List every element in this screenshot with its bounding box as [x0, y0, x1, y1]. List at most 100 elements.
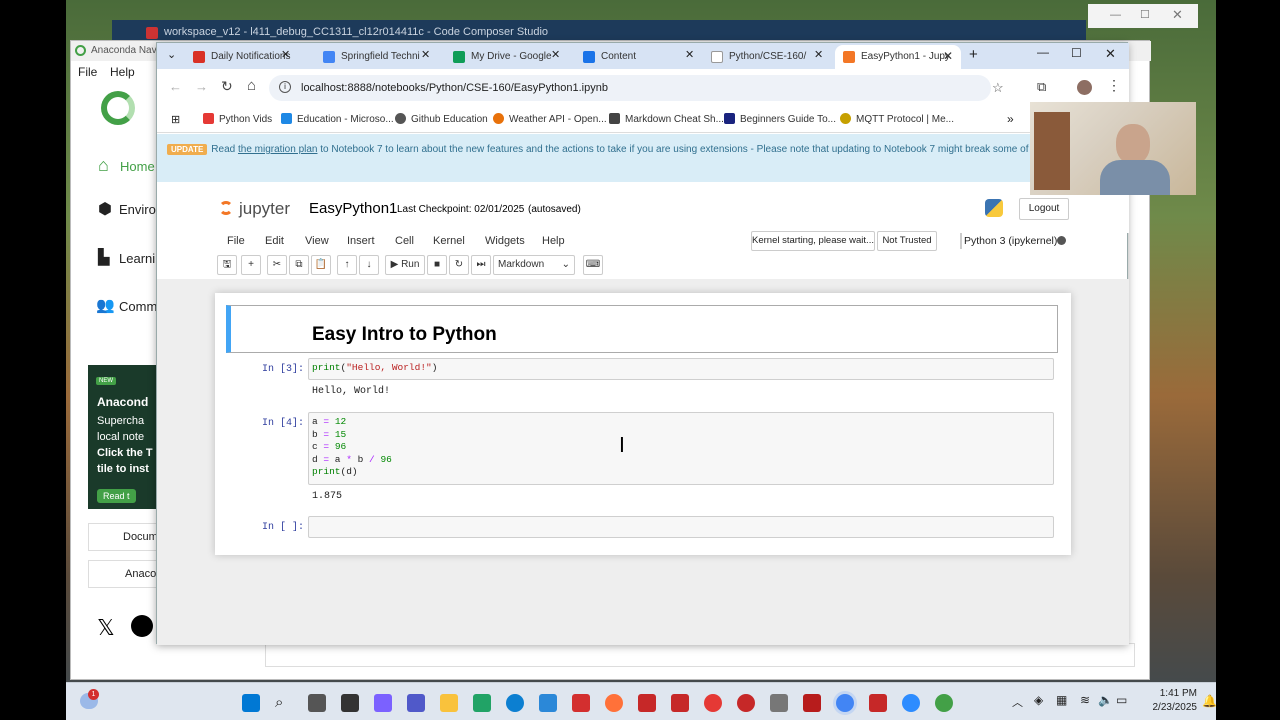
bookmark-beginners-guide[interactable]: Beginners Guide To...: [724, 113, 836, 125]
battery-icon[interactable]: ▭: [1116, 693, 1127, 707]
close-tab-icon[interactable]: ✕: [685, 48, 694, 61]
close-tab-icon[interactable]: ✕: [814, 48, 823, 61]
bookmark-education[interactable]: Education - Microso...: [281, 113, 394, 125]
cell-type-select[interactable]: Markdown ⌄: [493, 255, 575, 275]
zoom-icon[interactable]: [902, 694, 920, 712]
tab-search-icon[interactable]: ⌄: [167, 48, 176, 61]
app-icon[interactable]: [737, 694, 755, 712]
home-icon[interactable]: ⌂: [247, 77, 256, 94]
move-up-button[interactable]: ↑: [337, 255, 357, 275]
bookmark-weather-api[interactable]: Weather API - Open...: [493, 113, 607, 125]
chrome-profile-icon[interactable]: [704, 694, 722, 712]
jupyter-logo-text[interactable]: jupyter: [239, 199, 290, 219]
close-icon[interactable]: ✕: [1172, 7, 1183, 23]
widgets-icon[interactable]: [341, 694, 359, 712]
search-icon[interactable]: ⌕: [275, 694, 293, 712]
chrome-icon[interactable]: [836, 694, 854, 712]
promo-tile[interactable]: NEW Anacond Supercha local note Click th…: [88, 365, 158, 509]
menu-edit[interactable]: Edit: [265, 235, 284, 247]
anaconda-icon[interactable]: [935, 694, 953, 712]
apps-grid-icon[interactable]: ⊞: [171, 113, 180, 126]
cut-button[interactable]: ✂: [267, 255, 287, 275]
tray-app-icon[interactable]: ▦: [1056, 693, 1067, 707]
minimize-icon[interactable]: —: [1110, 9, 1121, 21]
bookmark-markdown[interactable]: Markdown Cheat Sh...: [609, 113, 724, 125]
firefox-icon[interactable]: [605, 694, 623, 712]
chevron-up-icon[interactable]: ︿: [1012, 694, 1023, 710]
menu-cell[interactable]: Cell: [395, 235, 414, 247]
move-down-button[interactable]: ↓: [359, 255, 379, 275]
interrupt-button[interactable]: ■: [427, 255, 447, 275]
menu-insert[interactable]: Insert: [347, 235, 375, 247]
close-tab-icon[interactable]: ✕: [281, 48, 290, 61]
bookmark-mqtt[interactable]: MQTT Protocol | Me...: [840, 113, 954, 125]
x-social-icon[interactable]: 𝕏: [97, 615, 115, 641]
edge-icon[interactable]: [506, 694, 524, 712]
copilot-icon[interactable]: [374, 694, 392, 712]
chrome-window[interactable]: ⌄ Daily Notifications ✕ Springfield Tech…: [156, 42, 1129, 645]
extensions-icon[interactable]: ⧉: [1037, 79, 1046, 95]
code-cell-1[interactable]: print("Hello, World!"): [308, 358, 1054, 380]
markdown-cell[interactable]: Easy Intro to Python: [226, 305, 1058, 353]
menu-kernel[interactable]: Kernel: [433, 235, 465, 247]
bookmark-github[interactable]: Github Education: [395, 113, 488, 125]
anaconda-menu-file[interactable]: File: [78, 65, 97, 79]
wifi-icon[interactable]: ≋: [1080, 693, 1090, 707]
run-button[interactable]: ▶ Run: [385, 255, 425, 275]
menu-file[interactable]: File: [227, 235, 245, 247]
menu-widgets[interactable]: Widgets: [485, 235, 525, 247]
kernel-name[interactable]: Python 3 (ipykernel): [964, 235, 1057, 247]
close-tab-icon[interactable]: ✕: [943, 49, 953, 63]
new-tab-icon[interactable]: +: [969, 46, 978, 63]
logout-button[interactable]: Logout: [1019, 198, 1069, 220]
back-icon[interactable]: ←: [169, 79, 182, 94]
notebook-name[interactable]: EasyPython1: [309, 200, 397, 217]
code-cell-2[interactable]: a = 12 b = 15 c = 96 d = a * b / 96 print(d): [308, 412, 1054, 485]
github-icon[interactable]: [131, 615, 153, 637]
app-red-icon[interactable]: [869, 694, 887, 712]
tab-my-drive[interactable]: My Drive - Google: [445, 45, 555, 69]
close-tab-icon[interactable]: ✕: [551, 48, 560, 61]
command-palette-button[interactable]: ⌨: [583, 255, 603, 275]
notification-bell-icon[interactable]: 🔔: [1202, 694, 1217, 708]
maximize-icon[interactable]: ☐: [1140, 8, 1150, 21]
tray-app-icon[interactable]: ◈: [1034, 693, 1043, 707]
close-window-icon[interactable]: ✕: [1105, 46, 1116, 62]
insert-cell-button[interactable]: +: [241, 255, 261, 275]
restart-button[interactable]: ↻: [449, 255, 469, 275]
site-info-icon[interactable]: i: [279, 81, 291, 93]
jupyter-logo-icon[interactable]: [219, 201, 233, 215]
bookmark-python-vids[interactable]: Python Vids: [203, 113, 272, 125]
bookmark-star-icon[interactable]: ☆: [992, 80, 1004, 96]
forward-icon[interactable]: →: [195, 79, 208, 94]
maximize-icon[interactable]: ☐: [1071, 46, 1082, 60]
menu-icon[interactable]: ⋮: [1107, 77, 1121, 94]
tab-springfield[interactable]: Springfield Techni: [315, 45, 435, 69]
copy-button[interactable]: ⧉: [289, 255, 309, 275]
volume-icon[interactable]: 🔈: [1098, 693, 1113, 707]
minimize-icon[interactable]: —: [1037, 45, 1049, 59]
app-red-icon[interactable]: [638, 694, 656, 712]
paste-button[interactable]: 📋: [311, 255, 331, 275]
file-explorer-icon[interactable]: [440, 694, 458, 712]
trust-button[interactable]: Not Trusted: [877, 231, 937, 251]
restart-run-all-button[interactable]: ⏭: [471, 255, 491, 275]
clock-date[interactable]: 2/23/2025: [1131, 702, 1198, 713]
reload-icon[interactable]: ↻: [221, 78, 233, 95]
debug-icon[interactable]: [803, 694, 821, 712]
more-bookmarks-icon[interactable]: »: [1007, 112, 1014, 126]
tab-content[interactable]: Content: [575, 45, 675, 69]
save-button[interactable]: 🖫: [217, 255, 237, 275]
start-icon[interactable]: [242, 694, 260, 712]
tab-daily-notifications[interactable]: Daily Notifications: [185, 45, 290, 69]
app-red-icon[interactable]: [671, 694, 689, 712]
menu-help[interactable]: Help: [542, 235, 565, 247]
promo-read-button[interactable]: Read t: [97, 489, 136, 503]
anaconda-menu-help[interactable]: Help: [110, 65, 135, 79]
address-bar[interactable]: i localhost:8888/notebooks/Python/CSE-16…: [269, 75, 1004, 101]
tab-easypython1[interactable]: EasyPython1 - Jupy ✕: [835, 45, 961, 69]
migration-plan-link[interactable]: the migration plan: [238, 144, 318, 155]
task-view-icon[interactable]: [308, 694, 326, 712]
link-documentation[interactable]: Docum: [88, 523, 158, 551]
store-icon[interactable]: [539, 694, 557, 712]
